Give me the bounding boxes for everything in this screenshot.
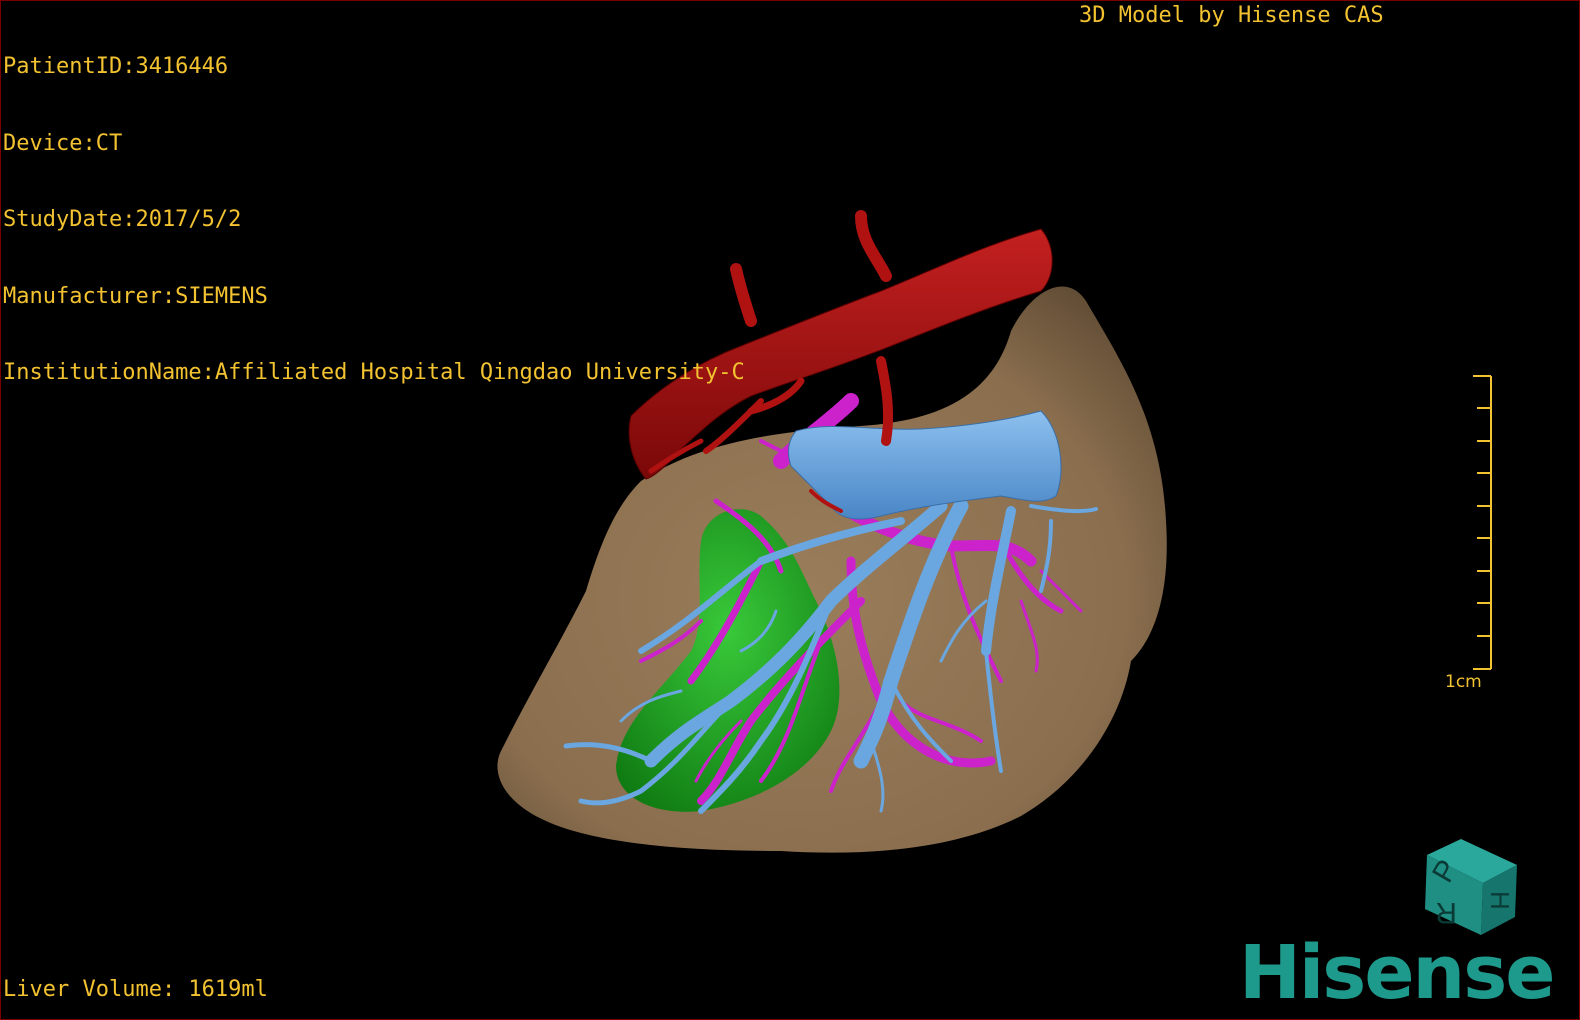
cube-letter-h: H — [1485, 891, 1515, 910]
orientation-cube-icon[interactable]: P H R — [1421, 837, 1521, 937]
liver-volume-text: Liver Volume: 1619ml — [3, 977, 268, 1002]
scale-bar — [1473, 375, 1492, 670]
scale-bar-label: 1cm — [1445, 672, 1482, 692]
3d-viewport[interactable]: PatientID:3416446 Device:CT StudyDate:20… — [0, 0, 1580, 1020]
model-brand-title: 3D Model by Hisense CAS — [1079, 3, 1384, 28]
study-info-overlay: PatientID:3416446 Device:CT StudyDate:20… — [3, 3, 745, 437]
study-date-text: StudyDate:2017/5/2 — [3, 207, 242, 232]
manufacturer-text: Manufacturer:SIEMENS — [3, 283, 268, 309]
hisense-logo: Hisense — [1239, 930, 1555, 1016]
institution-text: InstitutionName:Affiliated Hospital Qing… — [3, 360, 745, 385]
patient-id-text: PatientID:3416446 — [3, 54, 229, 79]
cube-letter-r: R — [1435, 896, 1457, 929]
device-text: Device:CT — [3, 130, 123, 156]
